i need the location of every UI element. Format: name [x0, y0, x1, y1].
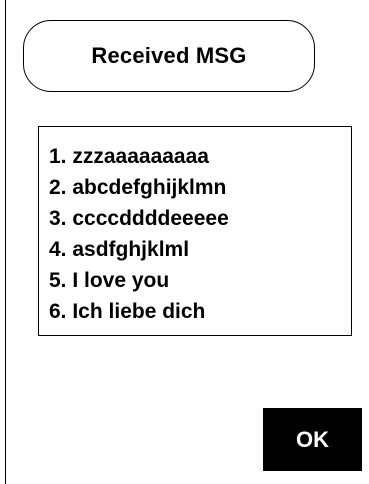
message-item-1: 1. zzzaaaaaaaaa: [49, 145, 209, 168]
message-item-4: 4. asdfghjklml: [49, 238, 190, 261]
message-item-5: 5. I love you: [49, 269, 170, 292]
received-message-screen: Received MSG 1. zzzaaaaaaaaa 2. abcdefgh…: [0, 0, 369, 484]
message-item-6: 6. Ich liebe dich: [49, 300, 206, 323]
ok-button[interactable]: OK: [263, 408, 362, 471]
message-item-3: 3. ccccddddeeeee: [49, 207, 229, 230]
dialog-title: Received MSG: [91, 43, 247, 68]
left-border-line: [5, 0, 6, 484]
message-list: 1. zzzaaaaaaaaa 2. abcdefghijklmn 3. ccc…: [38, 126, 352, 336]
title-banner: Received MSG: [23, 20, 315, 92]
message-item-2: 2. abcdefghijklmn: [49, 176, 227, 199]
